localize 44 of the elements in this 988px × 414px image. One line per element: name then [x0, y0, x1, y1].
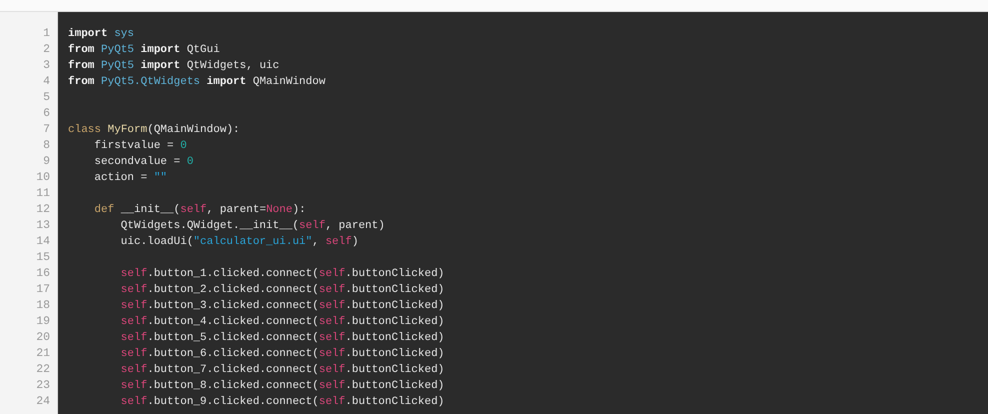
line-number: 11: [36, 186, 50, 202]
code-line: secondvalue = 0: [93, 156, 194, 168]
code-line: self.button_9.clicked.connect(self.buttonClicked): [120, 396, 444, 408]
code-line: def __init__(self, parent=None):: [93, 204, 306, 216]
code-line: class MyForm(QMainWindow):: [68, 124, 240, 136]
code-line: QtWidgets.QWidget.__init__(self, parent): [120, 220, 385, 232]
code-line: self.button_3.clicked.connect(self.buttonClicked): [120, 300, 444, 312]
line-number: 5: [43, 90, 50, 106]
line-number: 20: [36, 330, 50, 346]
line-number: 9: [43, 154, 50, 170]
line-number: 2: [43, 42, 50, 58]
line-number: 6: [43, 106, 50, 122]
line-number: 19: [36, 314, 50, 330]
code-line: self.button_7.clicked.connect(self.buttonClicked): [120, 364, 444, 376]
line-number: 18: [36, 298, 50, 314]
code-line: self.button_1.clicked.connect(self.buttonClicked): [120, 268, 444, 280]
code-line: from PyQt5 import QtWidgets, uic: [68, 60, 280, 72]
line-number: 22: [36, 362, 50, 378]
line-number: 16: [36, 266, 50, 282]
line-number: 24: [36, 394, 50, 410]
line-number: 8: [43, 138, 50, 154]
code-line: from PyQt5.QtWidgets import QMainWindow: [68, 76, 326, 88]
line-number: 21: [36, 346, 50, 362]
code-line: self.button_2.clicked.connect(self.buttonClicked): [120, 284, 444, 296]
line-number: 12: [36, 202, 50, 218]
code-line: self.button_8.clicked.connect(self.buttonClicked): [120, 380, 444, 392]
line-number: 15: [36, 250, 50, 266]
line-number: 23: [36, 378, 50, 394]
code-line: self.button_5.clicked.connect(self.buttonClicked): [120, 332, 444, 344]
line-number: 1: [43, 26, 50, 42]
code-line: from PyQt5 import QtGui: [68, 44, 220, 56]
code-line: self.button_4.clicked.connect(self.buttonClicked): [120, 316, 444, 328]
code-line: firstvalue = 0: [93, 140, 187, 152]
line-number: 7: [43, 122, 50, 138]
code-line: import sys: [68, 28, 134, 40]
code-line: uic.loadUi("calculator_ui.ui", self): [120, 236, 358, 248]
line-number: 13: [36, 218, 50, 234]
code-line: self.button_6.clicked.connect(self.buttonClicked): [120, 348, 444, 360]
line-number: 3: [43, 58, 50, 74]
line-number: 14: [36, 234, 50, 250]
line-number: 17: [36, 282, 50, 298]
line-number: 4: [43, 74, 50, 90]
line-number: 10: [36, 170, 50, 186]
code-line: action = "": [93, 172, 168, 184]
